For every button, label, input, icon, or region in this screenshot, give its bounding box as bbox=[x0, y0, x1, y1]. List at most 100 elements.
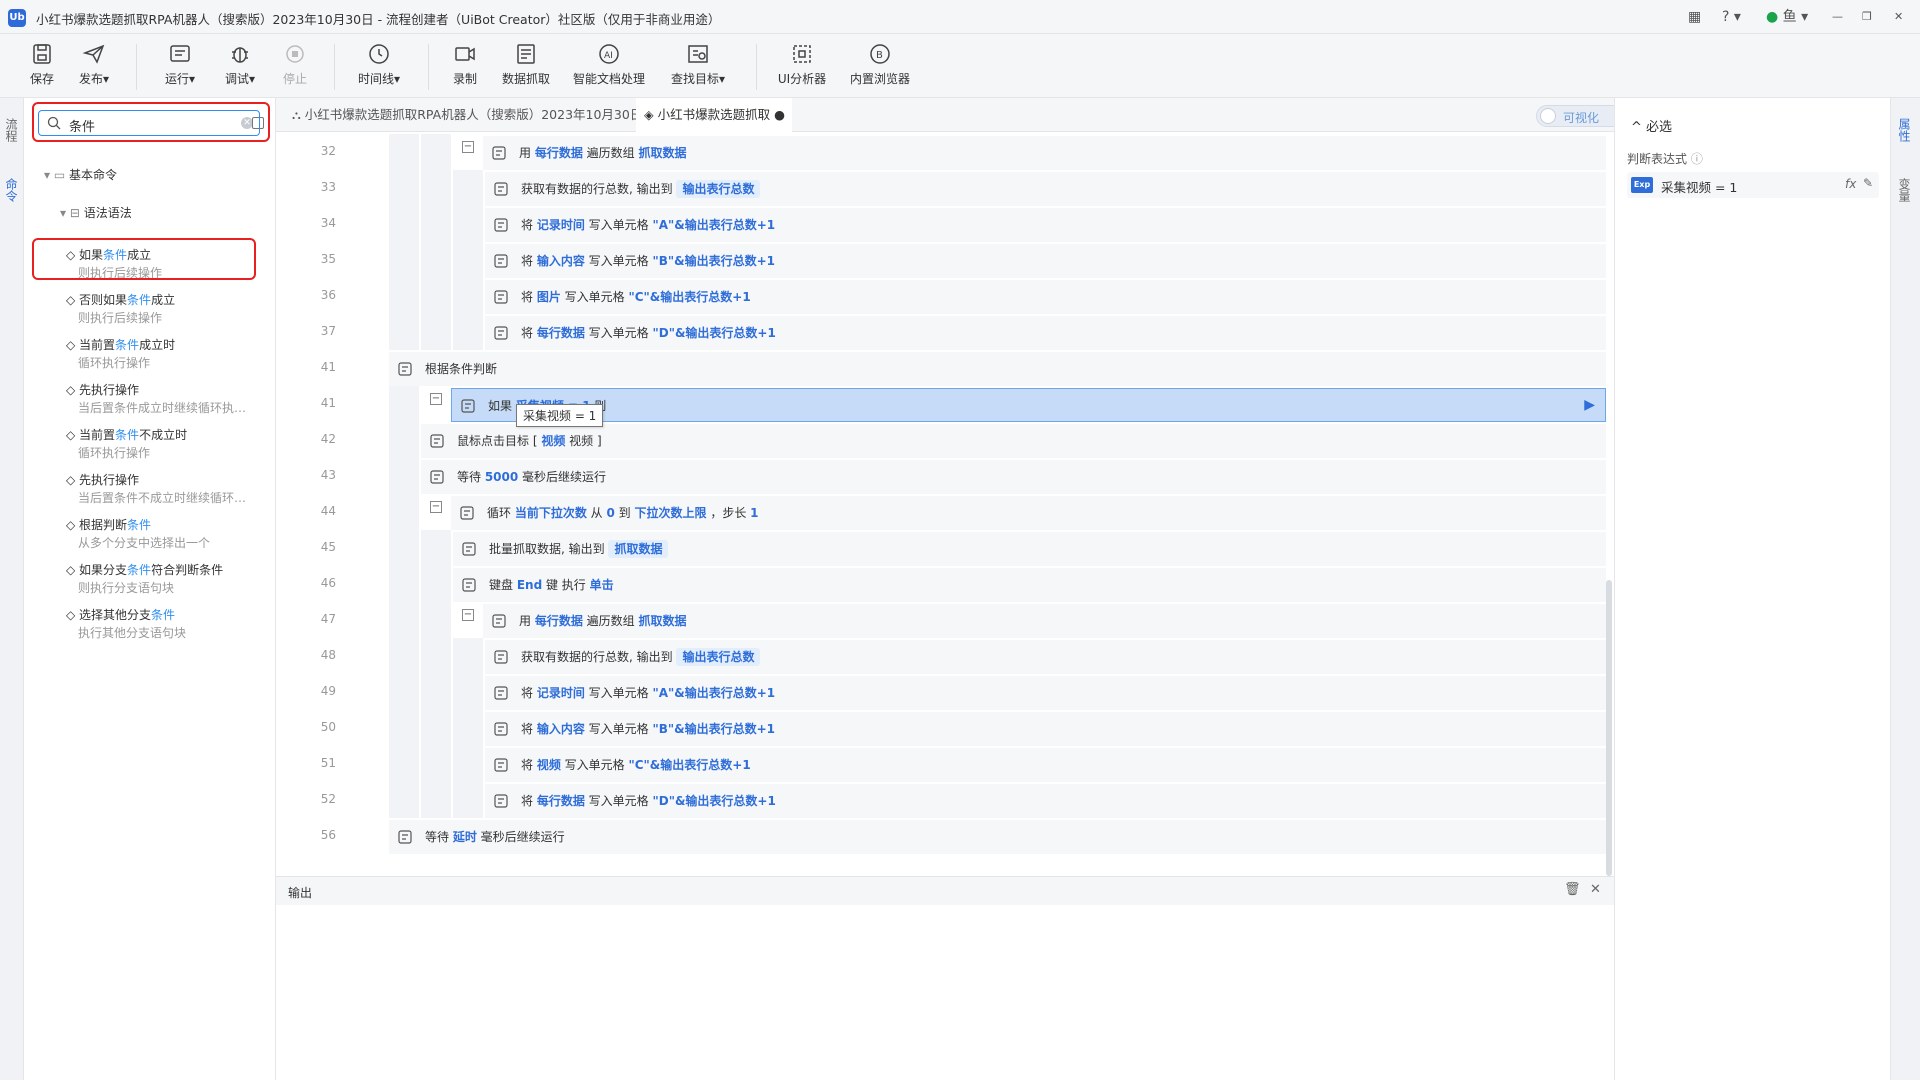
smart-doc-button[interactable]: AI 智能文档处理 bbox=[572, 42, 646, 92]
minimize-button[interactable]: — bbox=[1832, 8, 1843, 26]
flow-scrollbar[interactable] bbox=[1606, 580, 1612, 876]
flow-block[interactable]: 批量抓取数据, 输出到 抓取数据 bbox=[453, 532, 1606, 566]
command-item[interactable]: ◇ 当前置条件不成立时 bbox=[66, 426, 187, 443]
help-icon[interactable]: ? ▾ bbox=[1722, 8, 1741, 26]
keyword: 视频 bbox=[536, 758, 561, 772]
flow-block[interactable]: 循环 当前下拉次数 从 0 到 下拉次数上限 ，步长 1 bbox=[451, 496, 1606, 530]
trash-icon[interactable]: 🗑 bbox=[1564, 882, 1581, 897]
condition-expression-field[interactable]: Exp 采集视频 = 1 fx ✎ bbox=[1627, 172, 1879, 198]
keyword: End bbox=[516, 578, 543, 592]
flow-block[interactable]: 将 记录时间 写入单元格 "A"&输出表行总数+1 bbox=[485, 676, 1606, 710]
flow-block[interactable]: 将 输入内容 写入单元格 "B"&输出表行总数+1 bbox=[485, 712, 1606, 746]
command-item[interactable]: ◇ 选择其他分支条件 bbox=[66, 606, 175, 623]
command-item[interactable]: ◇ 根据判断条件 bbox=[66, 516, 151, 533]
ui-analyzer-button[interactable]: UI分析器 bbox=[776, 42, 828, 92]
variable-chip: 输出表行总数 bbox=[676, 648, 761, 666]
indent-guide bbox=[453, 206, 483, 242]
flow-block[interactable]: 获取有数据的行总数, 输出到 输出表行总数 bbox=[485, 640, 1606, 674]
title-bar: Ub 小红书爆款选题抓取RPA机器人（搜索版）2023年10月30日 - 流程创… bbox=[0, 0, 1920, 34]
indent-guide bbox=[453, 278, 483, 314]
flow-block[interactable]: 将 每行数据 写入单元格 "D"&输出表行总数+1 bbox=[485, 316, 1606, 350]
timeline-label: 时间线▾ bbox=[357, 72, 401, 86]
maximize-button[interactable]: ❐ bbox=[1862, 8, 1872, 26]
filter-icon[interactable] bbox=[252, 117, 264, 129]
flow-block[interactable]: 鼠标点击目标 [ 视频 视频 ] bbox=[421, 424, 1606, 458]
rail-tab-flow[interactable]: 流程 bbox=[4, 118, 20, 142]
indent-guide bbox=[453, 242, 483, 278]
flow-block-selected[interactable]: 如果 采集视频 = 1 则▶ bbox=[451, 388, 1606, 422]
line-number: 35 bbox=[320, 252, 336, 266]
required-section[interactable]: ^ 必选 bbox=[1631, 116, 1672, 135]
block-text: 将 图片 写入单元格 "C"&输出表行总数+1 bbox=[521, 280, 751, 314]
close-icon[interactable]: ✕ bbox=[1590, 882, 1601, 897]
stop-button[interactable]: 停止 bbox=[278, 42, 312, 92]
builtin-browser-button[interactable]: B 内置浏览器 bbox=[848, 42, 912, 92]
tree-node-basic[interactable]: ▾ ▭ 基本命令 bbox=[44, 166, 117, 183]
fx-icon[interactable]: fx bbox=[1845, 177, 1856, 191]
flow-block[interactable]: 将 每行数据 写入单元格 "D"&输出表行总数+1 bbox=[485, 784, 1606, 818]
block-text-segment: 写入单元格 bbox=[560, 758, 629, 772]
block-text: 用 每行数据 遍历数组 抓取数据 bbox=[519, 604, 687, 638]
flow-block[interactable]: 将 图片 写入单元格 "C"&输出表行总数+1 bbox=[485, 280, 1606, 314]
command-desc: 从多个分支中选择出一个 bbox=[78, 536, 211, 550]
rail-tab-variables[interactable]: 变量 bbox=[1897, 178, 1913, 202]
command-item[interactable]: ◇ 否则如果条件成立 bbox=[66, 291, 175, 308]
close-button[interactable]: ✕ bbox=[1894, 8, 1903, 26]
flow-block[interactable]: 等待 延时 毫秒后继续运行 bbox=[389, 820, 1606, 854]
flow-block[interactable]: 获取有数据的行总数, 输出到 输出表行总数 bbox=[485, 172, 1606, 206]
indent-guide bbox=[421, 530, 451, 566]
data-scrape-button[interactable]: 数据抓取 bbox=[500, 42, 552, 92]
command-item[interactable]: ◇ 如果分支条件符合判断条件 bbox=[66, 561, 223, 578]
collapse-toggle-icon[interactable]: − bbox=[462, 609, 474, 621]
indent-guide bbox=[453, 170, 483, 206]
tab-main-flow[interactable]: ⛬ 小红书爆款选题抓取RPA机器人（搜索版）2023年10月30日 bbox=[284, 98, 642, 132]
rail-tab-properties[interactable]: 属性 bbox=[1897, 118, 1913, 142]
flow-block[interactable]: 键盘 End 键 执行 单击 bbox=[453, 568, 1606, 602]
block-text-segment: 写入单元格 bbox=[584, 218, 653, 232]
run-button[interactable]: 运行▾ bbox=[158, 42, 202, 92]
run-icon bbox=[170, 45, 190, 62]
flow-block[interactable]: 将 视频 写入单元格 "C"&输出表行总数+1 bbox=[485, 748, 1606, 782]
collapse-toggle-icon[interactable]: − bbox=[430, 393, 442, 405]
block-icon bbox=[494, 326, 508, 340]
layout-icon[interactable]: ▦ bbox=[1688, 8, 1701, 26]
command-item[interactable]: ◇ 当前置条件成立时 bbox=[66, 336, 175, 353]
block-text-segment: 将 bbox=[521, 290, 537, 304]
data-scrape-label: 数据抓取 bbox=[501, 72, 550, 86]
timeline-button[interactable]: 时间线▾ bbox=[354, 42, 404, 92]
flow-block[interactable]: 等待 5000 毫秒后继续运行 bbox=[421, 460, 1606, 494]
tab-label: 小红书爆款选题抓取 ● bbox=[657, 107, 785, 122]
indent-guide bbox=[389, 494, 419, 530]
keyword: 单击 bbox=[589, 578, 614, 592]
tab-subflow[interactable]: ◈ 小红书爆款选题抓取 ● bbox=[636, 98, 792, 132]
command-item[interactable]: ◇ 先执行操作 bbox=[66, 471, 139, 488]
publish-label: 发布▾ bbox=[78, 72, 110, 86]
indent-guide bbox=[421, 674, 451, 710]
rail-tab-commands[interactable]: 命令 bbox=[4, 178, 20, 202]
debug-button[interactable]: 调试▾ bbox=[218, 42, 262, 92]
flow-block[interactable]: 根据条件判断 bbox=[389, 352, 1606, 386]
flow-block[interactable]: 用 每行数据 遍历数组 抓取数据 bbox=[483, 604, 1606, 638]
block-text-segment: 将 bbox=[521, 758, 537, 772]
tree-node-syntax[interactable]: ▾ ⊟ 语法语法 bbox=[60, 204, 132, 221]
keyword: 输入内容 bbox=[536, 254, 585, 268]
edit-icon[interactable]: ✎ bbox=[1863, 176, 1873, 190]
user-menu[interactable]: ● 鱼 ▾ bbox=[1766, 8, 1808, 26]
collapse-toggle-icon[interactable]: − bbox=[430, 501, 442, 513]
flow-block[interactable]: 将 输入内容 写入单元格 "B"&输出表行总数+1 bbox=[485, 244, 1606, 278]
command-item[interactable]: ◇ 先执行操作 bbox=[66, 381, 139, 398]
line-number: 47 bbox=[320, 612, 336, 626]
block-text-segment: 到 bbox=[614, 506, 635, 520]
record-button[interactable]: 录制 bbox=[448, 42, 482, 92]
block-icon bbox=[494, 254, 508, 268]
save-button[interactable]: 保存 bbox=[22, 42, 62, 92]
collapse-toggle-icon[interactable]: − bbox=[462, 141, 474, 153]
publish-button[interactable]: 发布▾ bbox=[72, 42, 116, 92]
run-block-icon[interactable]: ▶ bbox=[1584, 397, 1595, 413]
indent-guide bbox=[389, 242, 419, 278]
block-text-segment: 写入单元格 bbox=[560, 290, 629, 304]
block-text-segment: 键盘 bbox=[489, 578, 517, 592]
find-target-button[interactable]: 查找目标▾ bbox=[666, 42, 730, 92]
flow-block[interactable]: 将 记录时间 写入单元格 "A"&输出表行总数+1 bbox=[485, 208, 1606, 242]
flow-block[interactable]: 用 每行数据 遍历数组 抓取数据 bbox=[483, 136, 1606, 170]
